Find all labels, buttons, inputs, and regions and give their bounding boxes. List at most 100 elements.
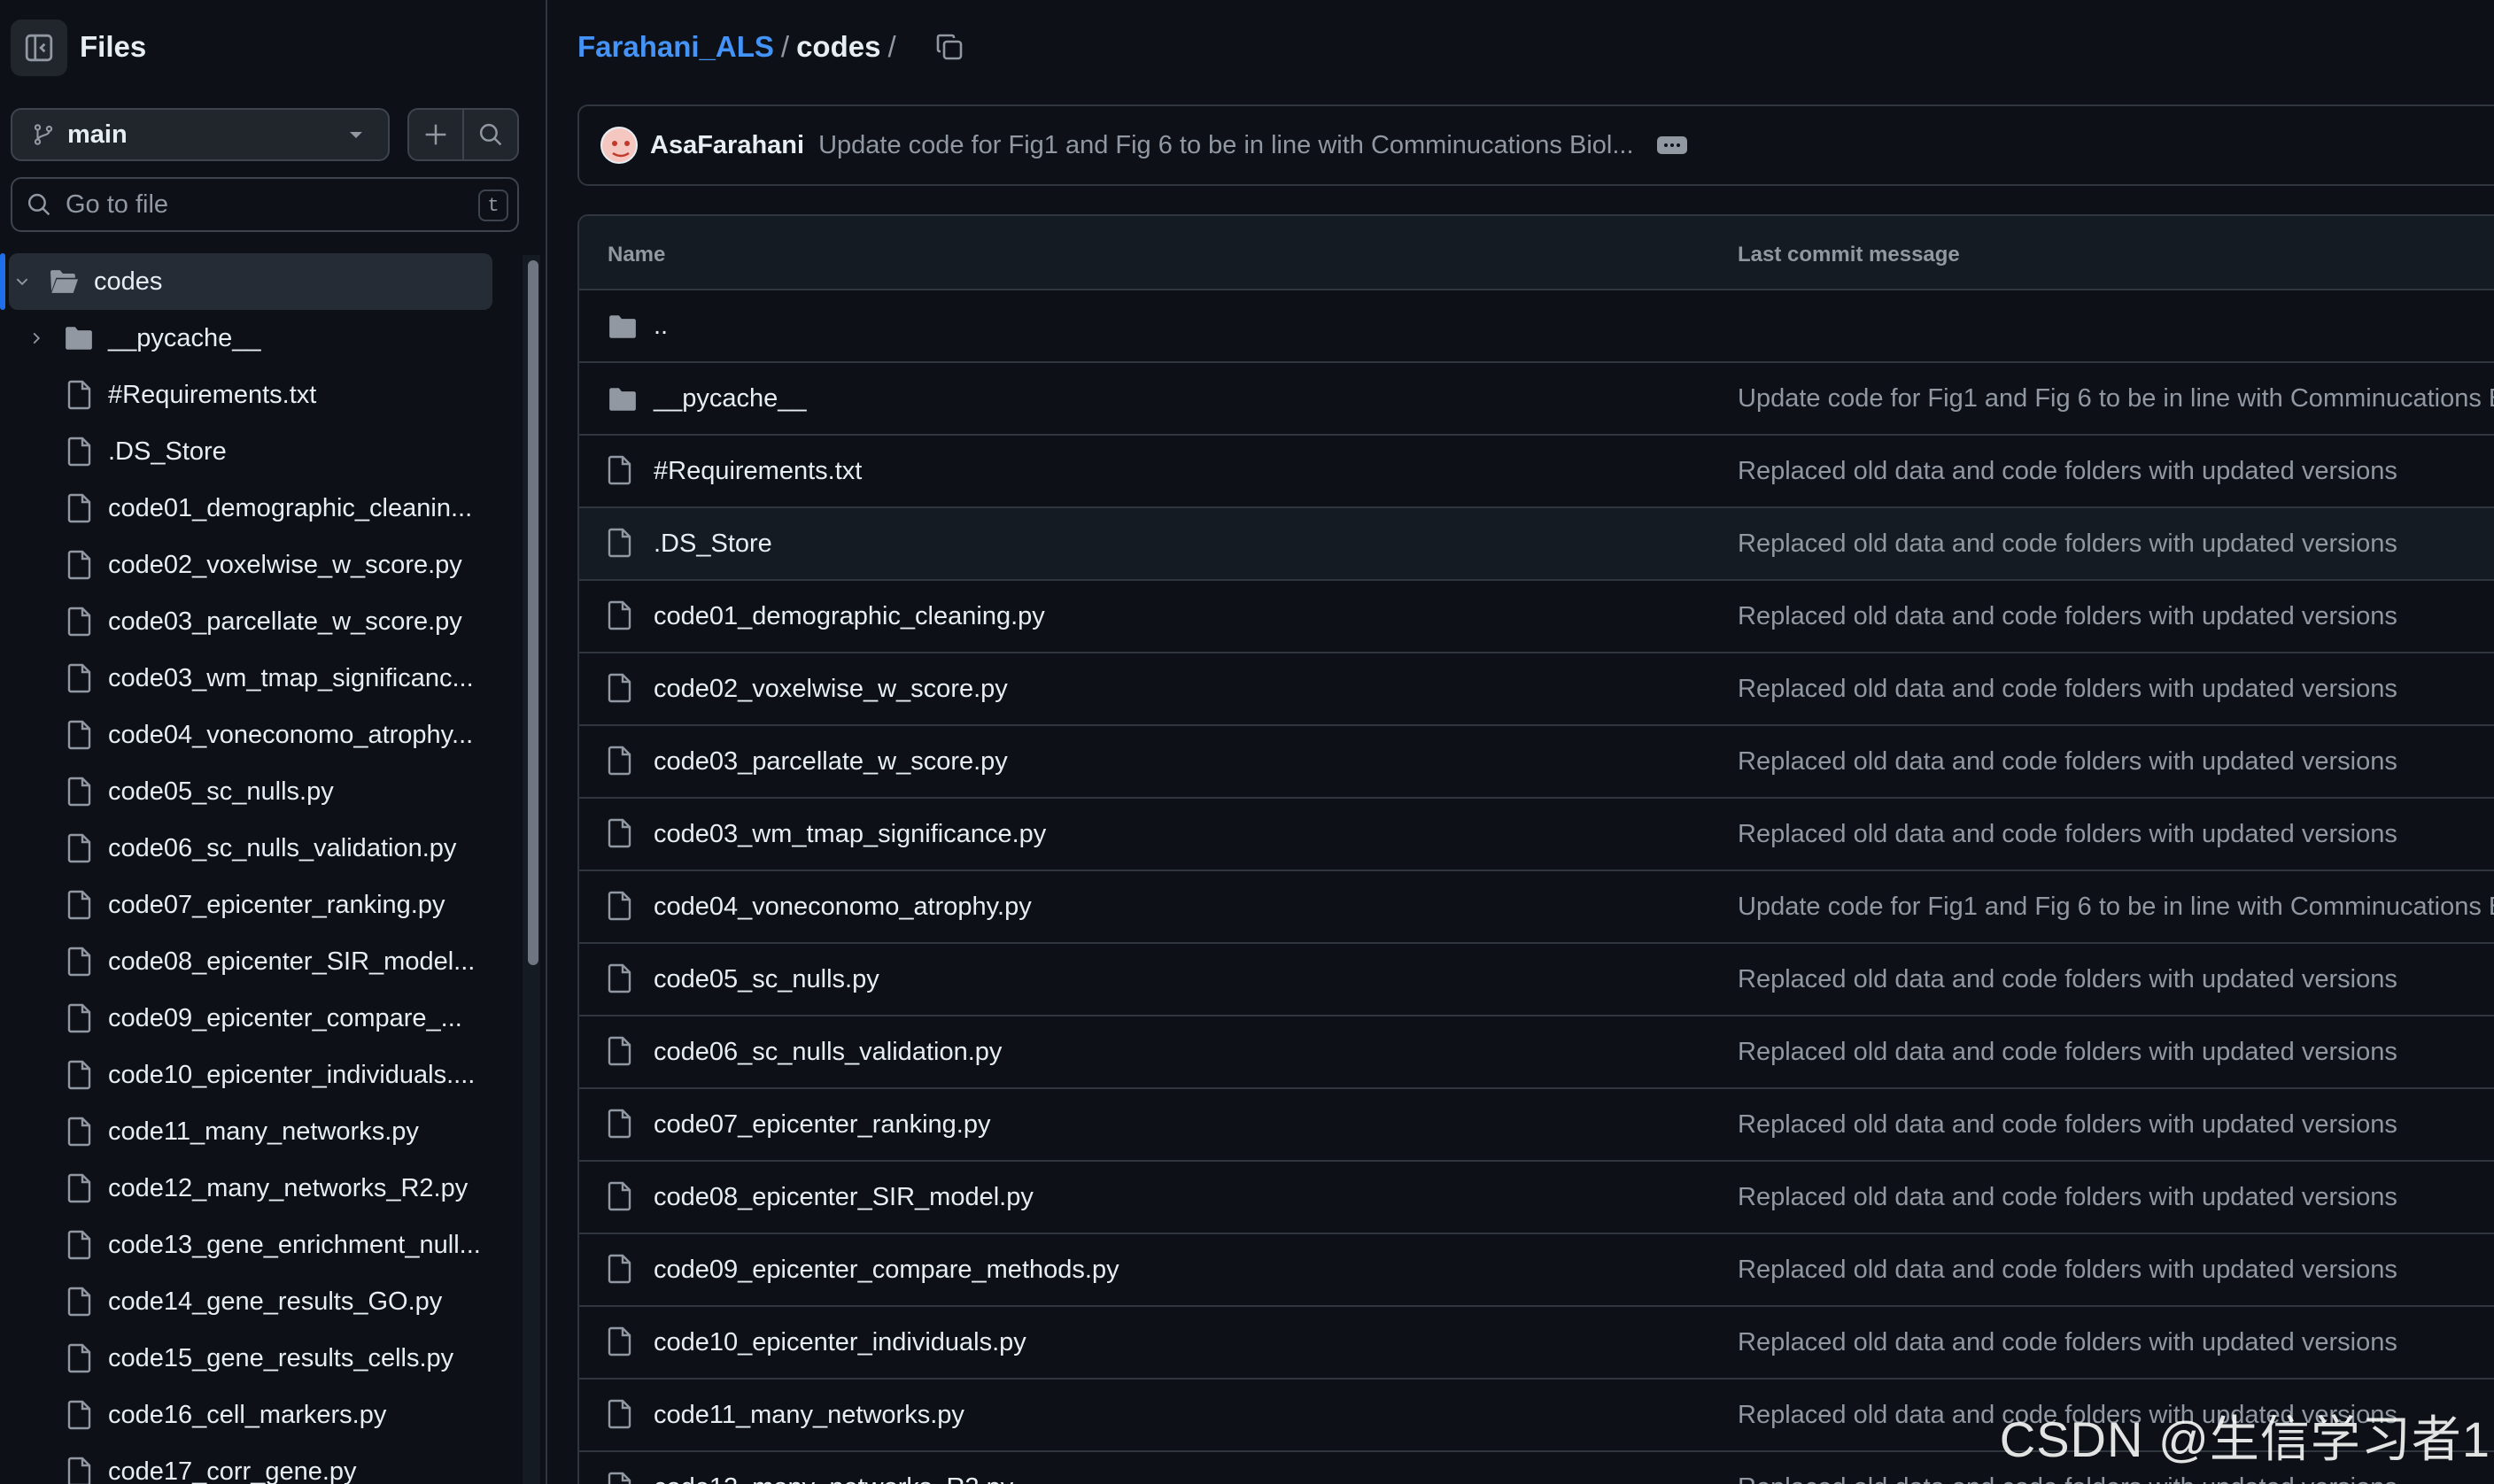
tree-item[interactable]: code10_epicenter_individuals.... bbox=[0, 1047, 505, 1103]
table-row[interactable]: code04_voneconomo_atrophy.py Update code … bbox=[579, 871, 2494, 944]
go-to-file-placeholder: Go to file bbox=[66, 189, 169, 219]
file-name-link[interactable]: .DS_Store bbox=[654, 529, 772, 559]
file-name-link[interactable]: code08_epicenter_SIR_model.py bbox=[654, 1183, 1034, 1212]
commit-message-link[interactable]: Replaced old data and code folders with … bbox=[1738, 602, 2397, 631]
commit-message-link[interactable]: Replaced old data and code folders with … bbox=[1738, 1110, 2397, 1140]
expand-commit-message-button[interactable] bbox=[1656, 136, 1687, 154]
expand-toggle[interactable] bbox=[28, 330, 44, 346]
search-code-button[interactable] bbox=[462, 108, 519, 161]
avatar[interactable] bbox=[600, 127, 638, 164]
tree-item[interactable]: code09_epicenter_compare_... bbox=[0, 990, 505, 1047]
commit-author-link[interactable]: AsaFarahani bbox=[650, 131, 804, 160]
file-icon bbox=[67, 947, 91, 977]
table-row[interactable]: code07_epicenter_ranking.py Replaced old … bbox=[579, 1089, 2494, 1162]
tree-item[interactable]: code16_cell_markers.py bbox=[0, 1387, 505, 1443]
commit-message-link[interactable]: Replaced old data and code folders with … bbox=[1738, 1183, 2397, 1212]
commit-message-link[interactable]: Replaced old data and code folders with … bbox=[1738, 1328, 2397, 1357]
file-name-link[interactable]: code02_voxelwise_w_score.py bbox=[654, 675, 1008, 704]
file-icon bbox=[67, 890, 91, 920]
table-row[interactable]: code03_parcellate_w_score.py Replaced old… bbox=[579, 726, 2494, 799]
table-body: .. __pycache__ Update code for Fig1 and Fi… bbox=[579, 290, 2494, 1484]
table-row[interactable]: #Requirements.txt Replaced old data and c… bbox=[579, 436, 2494, 508]
table-row[interactable]: __pycache__ Update code for Fig1 and Fig … bbox=[579, 363, 2494, 436]
file-icon bbox=[67, 1003, 91, 1033]
collapse-sidebar-button[interactable] bbox=[11, 19, 67, 76]
file-icon bbox=[67, 1117, 91, 1147]
tree-item[interactable]: #Requirements.txt bbox=[0, 367, 505, 423]
file-icon bbox=[608, 1399, 631, 1429]
user-avatar-icon bbox=[602, 128, 636, 162]
tree-item-label: __pycache__ bbox=[108, 324, 261, 352]
file-name-link[interactable]: code04_voneconomo_atrophy.py bbox=[654, 893, 1032, 922]
tree-item-label: code15_gene_results_cells.py bbox=[108, 1344, 454, 1372]
tree-item[interactable]: code11_many_networks.py bbox=[0, 1103, 505, 1160]
commit-message-link[interactable]: Replaced old data and code folders with … bbox=[1738, 820, 2397, 849]
tree-item-label: code02_voxelwise_w_score.py bbox=[108, 551, 462, 579]
file-name-link[interactable]: code05_sc_nulls.py bbox=[654, 965, 879, 994]
branch-select-button[interactable]: main bbox=[11, 108, 390, 161]
tree-item[interactable]: code03_wm_tmap_significanc... bbox=[0, 650, 505, 707]
file-name-link[interactable]: .. bbox=[654, 312, 668, 341]
file-name-link[interactable]: __pycache__ bbox=[654, 384, 807, 414]
commit-message-link[interactable]: Replaced old data and code folders with … bbox=[1738, 457, 2397, 486]
tree-item[interactable]: code14_gene_results_GO.py bbox=[0, 1273, 505, 1330]
tree-item[interactable]: code08_epicenter_SIR_model... bbox=[0, 933, 505, 990]
tree-item-label: code08_epicenter_SIR_model... bbox=[108, 947, 476, 976]
go-to-file-input[interactable]: Go to file t bbox=[11, 177, 519, 232]
table-row[interactable]: code03_wm_tmap_significance.py Replaced o… bbox=[579, 799, 2494, 871]
commit-message-link[interactable]: Replaced old data and code folders with … bbox=[1738, 529, 2397, 559]
table-row[interactable]: code05_sc_nulls.py Replaced old data and … bbox=[579, 944, 2494, 1016]
tree-item[interactable]: code13_gene_enrichment_null... bbox=[0, 1217, 505, 1273]
file-name-link[interactable]: code06_sc_nulls_validation.py bbox=[654, 1038, 1002, 1067]
tree-item[interactable]: codes bbox=[0, 253, 492, 310]
table-row[interactable]: .. bbox=[579, 290, 2494, 363]
file-icon bbox=[608, 1109, 631, 1139]
table-row[interactable]: code06_sc_nulls_validation.py Replaced ol… bbox=[579, 1016, 2494, 1089]
commit-message-link[interactable]: Replaced old data and code folders with … bbox=[1738, 747, 2397, 777]
file-name-link[interactable]: code01_demographic_cleaning.py bbox=[654, 602, 1045, 631]
file-icon bbox=[608, 528, 631, 558]
file-name-link[interactable]: #Requirements.txt bbox=[654, 457, 862, 486]
tree-item[interactable]: code17_corr_gene.py bbox=[0, 1443, 505, 1484]
commit-message-link[interactable]: Update code for Fig1 and Fig 6 to be in … bbox=[818, 131, 1633, 160]
file-icon bbox=[608, 1036, 631, 1066]
tree-item[interactable]: code12_many_networks_R2.py bbox=[0, 1160, 505, 1217]
folder-open-icon bbox=[50, 270, 79, 293]
commit-message-link[interactable]: Replaced old data and code folders with … bbox=[1738, 675, 2397, 704]
tree-item[interactable]: code01_demographic_cleanin... bbox=[0, 480, 505, 537]
tree-item[interactable]: .DS_Store bbox=[0, 423, 505, 480]
commit-message-link[interactable]: Replaced old data and code folders with … bbox=[1738, 1038, 2397, 1067]
copy-path-button[interactable] bbox=[935, 33, 964, 61]
commit-message-link[interactable]: Replaced old data and code folders with … bbox=[1738, 1256, 2397, 1285]
commit-message-link[interactable]: Replaced old data and code folders with … bbox=[1738, 1473, 2397, 1484]
table-row[interactable]: code02_voxelwise_w_score.py Replaced old … bbox=[579, 653, 2494, 726]
file-name-link[interactable]: code11_many_networks.py bbox=[654, 1401, 964, 1430]
tree-item[interactable]: code07_epicenter_ranking.py bbox=[0, 877, 505, 933]
tree-item[interactable]: code04_voneconomo_atrophy... bbox=[0, 707, 505, 763]
table-row[interactable]: .DS_Store Replaced old data and code fold… bbox=[579, 508, 2494, 581]
tree-item[interactable]: code02_voxelwise_w_score.py bbox=[0, 537, 505, 593]
file-name-link[interactable]: code03_wm_tmap_significance.py bbox=[654, 820, 1046, 849]
tree-item[interactable]: code03_parcellate_w_score.py bbox=[0, 593, 505, 650]
table-row[interactable]: code08_epicenter_SIR_model.py Replaced ol… bbox=[579, 1162, 2494, 1234]
search-icon bbox=[479, 123, 502, 146]
tree-item[interactable]: code05_sc_nulls.py bbox=[0, 763, 505, 820]
commit-message-link[interactable]: Replaced old data and code folders with … bbox=[1738, 965, 2397, 994]
commit-message-link[interactable]: Update code for Fig1 and Fig 6 to be in … bbox=[1738, 384, 2494, 414]
file-name-link[interactable]: code07_epicenter_ranking.py bbox=[654, 1110, 991, 1140]
breadcrumb-repo-link[interactable]: Farahani_ALS bbox=[577, 30, 774, 64]
file-name-link[interactable]: code10_epicenter_individuals.py bbox=[654, 1328, 1026, 1357]
add-file-button[interactable] bbox=[407, 108, 464, 161]
tree-item[interactable]: code06_sc_nulls_validation.py bbox=[0, 820, 505, 877]
expand-toggle[interactable] bbox=[14, 274, 30, 290]
file-name-link[interactable]: code09_epicenter_compare_methods.py bbox=[654, 1256, 1119, 1285]
commit-message-link[interactable]: Update code for Fig1 and Fig 6 to be in … bbox=[1738, 893, 2494, 922]
sidebar-scrollbar-thumb[interactable] bbox=[528, 260, 538, 965]
table-row[interactable]: code01_demographic_cleaning.py Replaced o… bbox=[579, 581, 2494, 653]
tree-item[interactable]: code15_gene_results_cells.py bbox=[0, 1330, 505, 1387]
table-row[interactable]: code10_epicenter_individuals.py Replaced … bbox=[579, 1307, 2494, 1380]
file-name-link[interactable]: code03_parcellate_w_score.py bbox=[654, 747, 1008, 777]
file-name-link[interactable]: code12_many_networks_R2.py bbox=[654, 1473, 1013, 1484]
tree-item[interactable]: __pycache__ bbox=[0, 310, 505, 367]
table-row[interactable]: code09_epicenter_compare_methods.py Repla… bbox=[579, 1234, 2494, 1307]
